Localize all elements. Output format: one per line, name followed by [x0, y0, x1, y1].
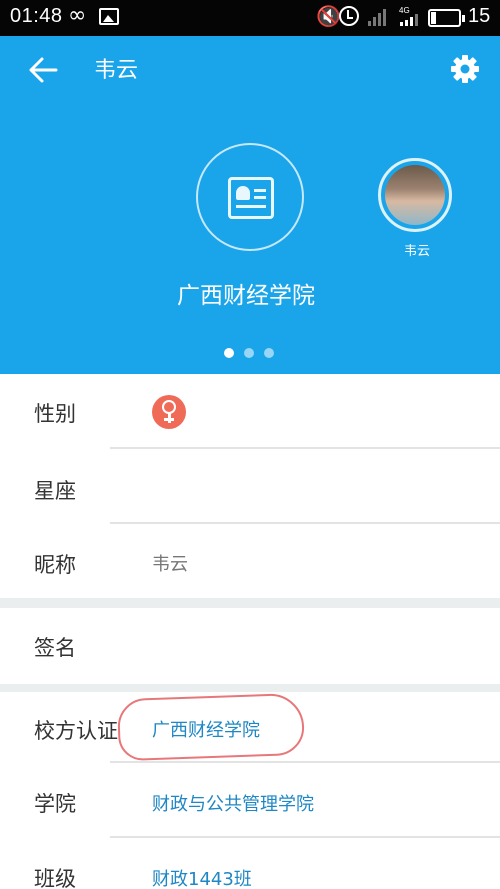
- avatar-button[interactable]: [378, 158, 452, 232]
- page-title: 韦云: [94, 58, 139, 83]
- page-indicator: [222, 348, 278, 358]
- class-label: 班级: [34, 867, 76, 889]
- signal-icon-2: [400, 14, 418, 26]
- class-value: 财政1443班: [152, 869, 252, 889]
- class-row[interactable]: 班级 财政1443班: [0, 838, 500, 889]
- infinity-icon: ∞: [68, 3, 87, 28]
- status-bar: 01:48 ∞ 🔇 4G 15: [0, 0, 500, 36]
- school-card-button[interactable]: [196, 143, 304, 251]
- nickname-row[interactable]: 昵称 韦云: [0, 524, 500, 598]
- signature-row[interactable]: 签名: [0, 608, 500, 684]
- alarm-icon: [339, 6, 359, 26]
- gender-row[interactable]: 性别: [0, 374, 500, 448]
- page-dot-1: [224, 348, 234, 358]
- hand-drawn-highlight: [116, 692, 306, 762]
- status-time: 01:48: [10, 5, 63, 27]
- college-value: 财政与公共管理学院: [152, 794, 314, 815]
- college-row[interactable]: 学院 财政与公共管理学院: [0, 763, 500, 837]
- page-dot-2: [244, 348, 254, 358]
- id-card-icon: [228, 177, 274, 219]
- avatar: [385, 165, 445, 225]
- nickname-label: 昵称: [34, 553, 76, 577]
- page-dot-3: [264, 348, 274, 358]
- zodiac-row[interactable]: 星座: [0, 449, 500, 523]
- college-label: 学院: [34, 792, 76, 816]
- section-gap: [0, 684, 500, 692]
- section-gap: [0, 598, 500, 608]
- nickname-value: 韦云: [152, 554, 188, 575]
- back-arrow-icon[interactable]: [28, 56, 58, 84]
- profile-header: 韦云 广西财经学院 韦云: [0, 36, 500, 374]
- battery-percent: 15: [468, 5, 491, 27]
- school-name: 广西财经学院: [177, 283, 315, 309]
- gear-icon[interactable]: [450, 54, 480, 84]
- school-cert-label: 校方认证: [34, 719, 118, 743]
- signature-label: 签名: [34, 636, 76, 660]
- mute-icon: 🔇: [316, 4, 341, 28]
- image-notification-icon: [99, 8, 119, 25]
- zodiac-label: 星座: [34, 479, 76, 503]
- gender-label: 性别: [34, 402, 76, 426]
- female-icon: [152, 395, 186, 429]
- signal-icon: [368, 8, 386, 26]
- battery-icon: [428, 9, 465, 27]
- avatar-name: 韦云: [403, 244, 430, 259]
